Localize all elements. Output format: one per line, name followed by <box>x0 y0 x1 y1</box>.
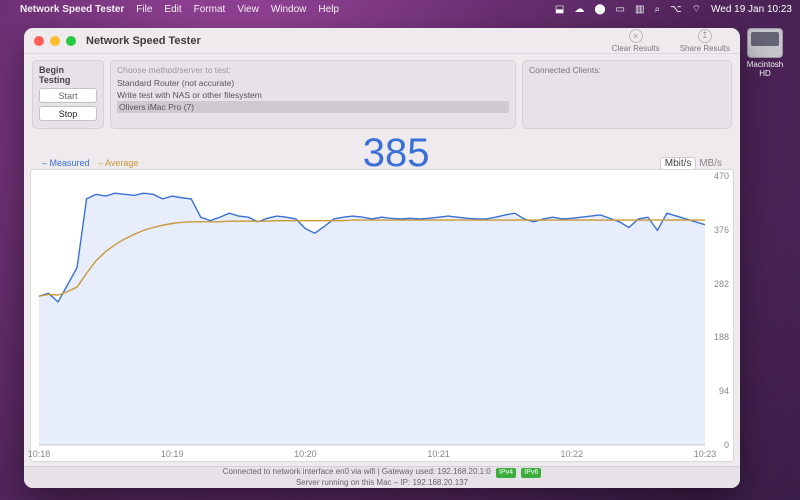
x-tick: 10:21 <box>427 449 450 459</box>
menubar-app-name[interactable]: Network Speed Tester <box>20 4 124 15</box>
unit-mbyte[interactable]: MB/s <box>699 158 722 169</box>
stop-button[interactable]: Stop <box>39 106 97 121</box>
control-center-icon[interactable]: ⌥ <box>670 4 682 15</box>
legend-measured: – Measured <box>42 158 90 168</box>
battery-icon[interactable]: ▥ <box>635 4 644 15</box>
speed-chart: 0 94 188 282 376 470 10:18 10:19 10:20 10:21 10:22… <box>30 169 734 462</box>
x-tick: 10:23 <box>694 449 717 459</box>
cloud-icon[interactable]: ☁ <box>574 4 584 15</box>
hard-disk-icon <box>747 28 783 58</box>
x-tick: 10:19 <box>161 449 184 459</box>
menubar-help[interactable]: Help <box>318 4 339 15</box>
method-option-imac[interactable]: Olivers iMac Pro (7) <box>117 101 509 113</box>
status-line1: Connected to network interface en0 via w… <box>223 467 491 476</box>
menubar-view[interactable]: View <box>237 4 259 15</box>
y-tick: 376 <box>714 225 729 235</box>
legend-average: – Average <box>98 158 138 168</box>
menubar-edit[interactable]: Edit <box>164 4 181 15</box>
method-option-router[interactable]: Standard Router (not accurate) <box>117 77 509 89</box>
connected-clients-label: Connected Clients: <box>529 65 725 75</box>
minimize-icon[interactable] <box>50 36 60 46</box>
close-icon[interactable] <box>34 36 44 46</box>
desktop-drive[interactable]: Macintosh HD <box>744 28 786 78</box>
status-bar: Connected to network interface en0 via w… <box>24 466 740 488</box>
display-icon[interactable]: ▭ <box>616 4 625 15</box>
x-tick: 10:20 <box>294 449 317 459</box>
menubar-window[interactable]: Window <box>271 4 307 15</box>
clear-results-button[interactable]: × Clear Results <box>612 29 660 53</box>
y-tick: 282 <box>714 279 729 289</box>
clear-icon: × <box>629 29 643 43</box>
macos-menubar: Network Speed Tester File Edit Format Vi… <box>0 0 800 18</box>
begin-testing-label: Begin Testing <box>39 65 97 85</box>
y-tick: 0 <box>724 440 729 450</box>
menubar-file[interactable]: File <box>136 4 152 15</box>
speed-value: 385 <box>138 133 653 173</box>
window-titlebar[interactable]: Network Speed Tester × Clear Results ↥ S… <box>24 28 740 54</box>
window-title: Network Speed Tester <box>86 35 201 47</box>
method-hint: Choose method/server to test: <box>117 65 509 75</box>
app-window: Network Speed Tester × Clear Results ↥ S… <box>24 28 740 488</box>
x-tick: 10:22 <box>561 449 584 459</box>
ipv4-badge: IPv4 <box>496 468 516 478</box>
y-tick: 470 <box>714 171 729 181</box>
ipv6-badge: IPv6 <box>521 468 541 478</box>
method-panel: Choose method/server to test: Standard R… <box>110 60 516 129</box>
wifi-icon[interactable]: ⌔ <box>692 3 701 16</box>
zoom-icon[interactable] <box>66 36 76 46</box>
dropbox-icon[interactable]: ⬓ <box>555 4 564 15</box>
drive-label: Macintosh HD <box>744 60 786 78</box>
y-tick: 94 <box>719 386 729 396</box>
share-icon: ↥ <box>698 29 712 43</box>
menubar-clock[interactable]: Wed 19 Jan 10:23 <box>711 4 792 15</box>
connected-clients-panel: Connected Clients: <box>522 60 732 129</box>
method-option-nas[interactable]: Write test with NAS or other filesystem <box>117 89 509 101</box>
chart-legend: – Measured – Average <box>42 158 138 168</box>
menubar-status-area: ⬓ ☁ ⬤ ▭ ▥ ⌕ ⌥ ⌔ Wed 19 Jan 10:23 <box>555 3 792 16</box>
menubar-format[interactable]: Format <box>194 4 226 15</box>
y-tick: 188 <box>714 332 729 342</box>
status-line2: Server running on this Mac – IP: 192.168… <box>296 478 468 488</box>
share-results-button[interactable]: ↥ Share Results <box>680 29 730 53</box>
start-button[interactable]: Start <box>39 88 97 103</box>
status-dot-icon[interactable]: ⬤ <box>594 4 605 15</box>
begin-testing-panel: Begin Testing Start Stop <box>32 60 104 129</box>
x-tick: 10:18 <box>28 449 51 459</box>
search-icon[interactable]: ⌕ <box>654 4 660 15</box>
